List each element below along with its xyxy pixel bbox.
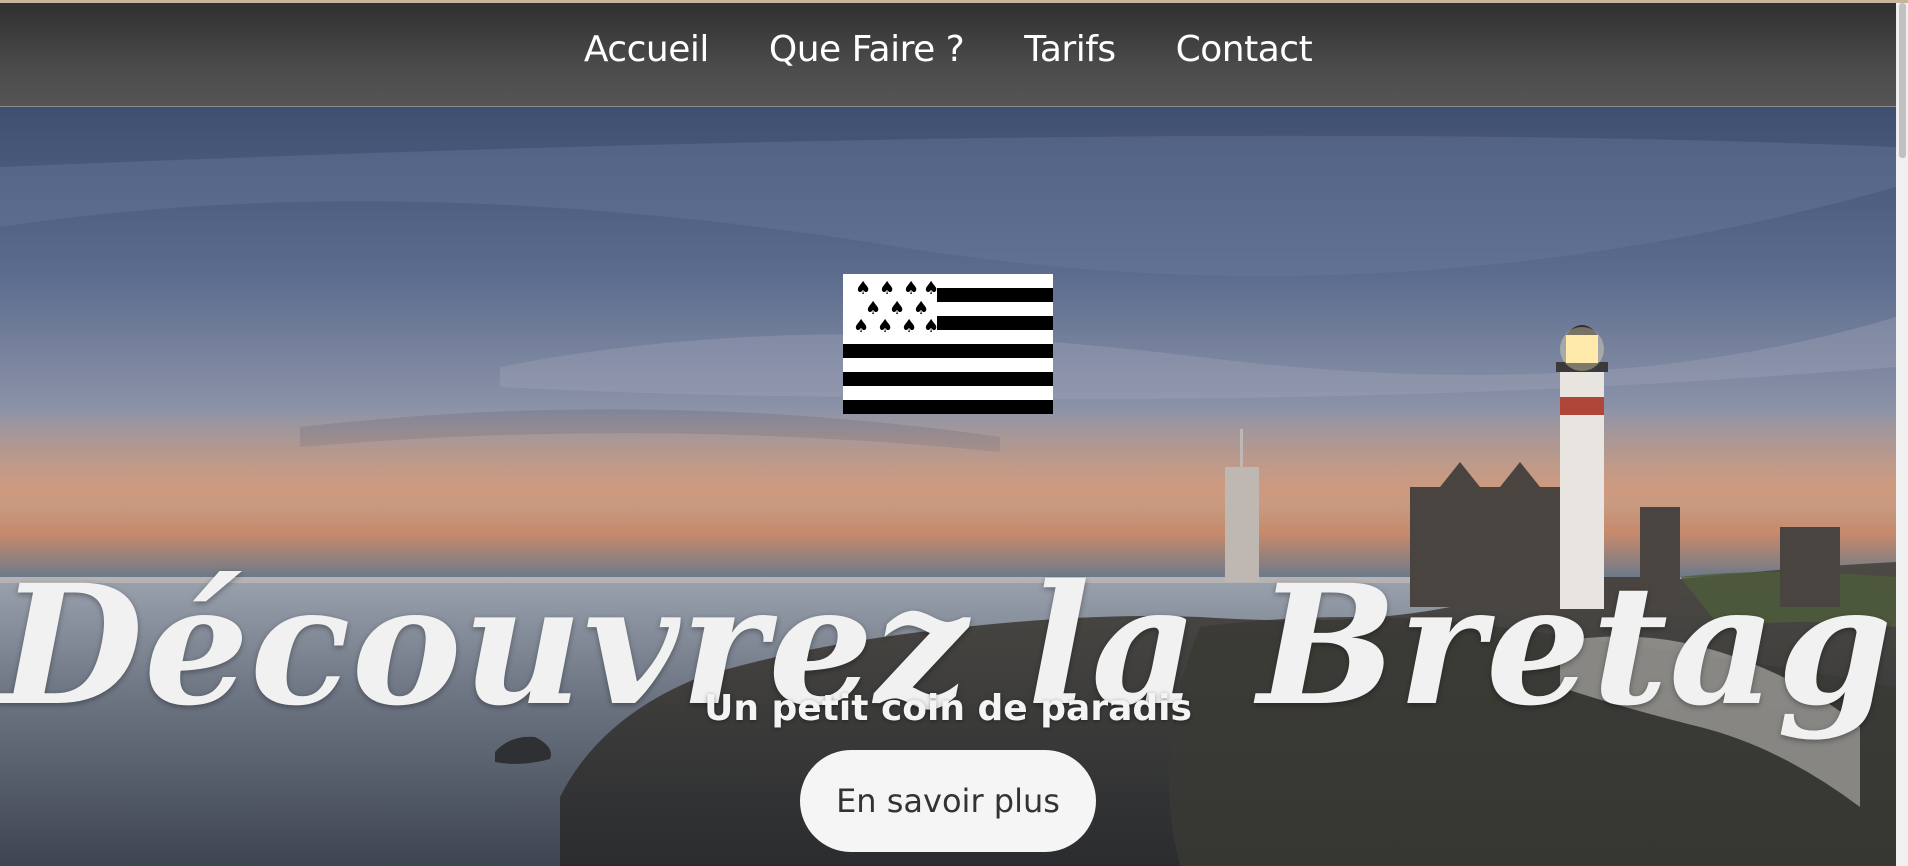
svg-text:♠: ♠ [923, 316, 939, 337]
svg-text:♠: ♠ [923, 278, 939, 299]
nav-list: Accueil Que Faire ? Tarifs Contact [584, 29, 1313, 70]
breton-flag-icon: ♠ ♠ ♠ ♠ ♠ ♠ ♠ ♠ ♠ ♠ ♠ [843, 274, 1053, 414]
svg-text:♠: ♠ [901, 316, 917, 337]
scrollbar-thumb[interactable] [1899, 3, 1906, 158]
nav-link-contact[interactable]: Contact [1176, 29, 1313, 70]
nav-link-accueil[interactable]: Accueil [584, 29, 710, 70]
svg-text:♠: ♠ [855, 278, 871, 299]
nav-item-contact: Contact [1176, 29, 1313, 70]
svg-text:♠: ♠ [903, 278, 919, 299]
page-scrollbar[interactable] [1896, 3, 1908, 866]
main-navigation: Accueil Que Faire ? Tarifs Contact [0, 3, 1896, 107]
nav-link-que-faire[interactable]: Que Faire ? [769, 29, 965, 70]
nav-item-que-faire: Que Faire ? [769, 29, 965, 70]
hero-subtitle: Un petit coin de paradis [704, 688, 1192, 729]
nav-link-tarifs[interactable]: Tarifs [1024, 29, 1116, 70]
svg-text:♠: ♠ [877, 316, 893, 337]
hero-section: ♠ ♠ ♠ ♠ ♠ ♠ ♠ ♠ ♠ ♠ ♠ Découvrez la Breta… [0, 107, 1896, 866]
svg-text:♠: ♠ [879, 278, 895, 299]
svg-text:♠: ♠ [853, 316, 869, 337]
en-savoir-plus-button[interactable]: En savoir plus [800, 750, 1096, 852]
nav-item-accueil: Accueil [584, 29, 710, 70]
nav-item-tarifs: Tarifs [1024, 29, 1116, 70]
